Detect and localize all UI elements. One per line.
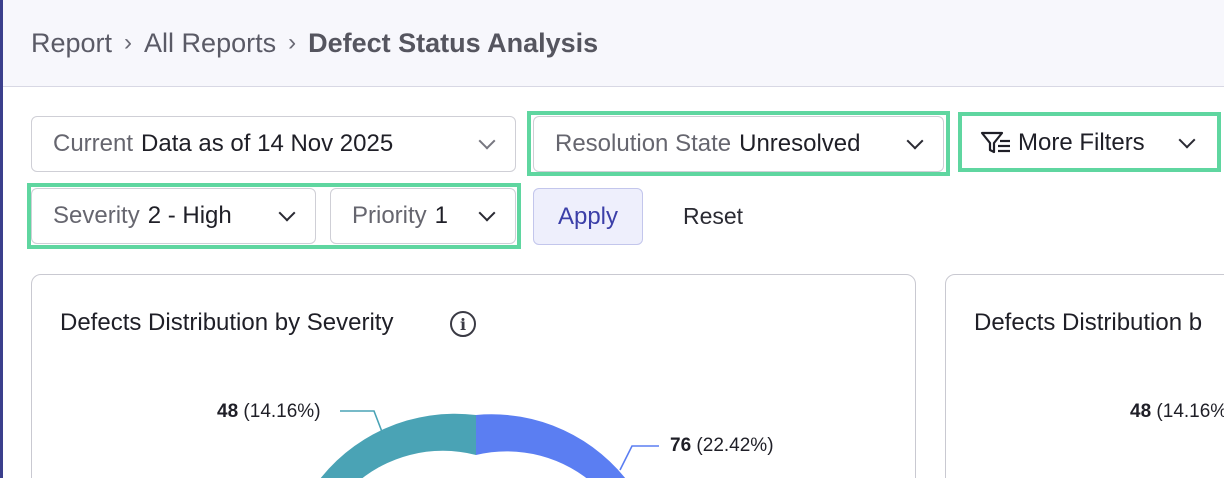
data-label: 76 (22.42%) xyxy=(670,435,774,457)
donut-slice-blue[interactable] xyxy=(476,414,632,478)
severity-select[interactable]: Severity 2 - High xyxy=(31,188,316,244)
data-label-pct: (14.16% xyxy=(1156,401,1224,422)
more-filters-button[interactable]: More Filters xyxy=(962,116,1217,170)
breadcrumb-report[interactable]: Report xyxy=(31,28,112,59)
card-title: Defects Distribution b xyxy=(974,309,1203,336)
data-label-count: 48 xyxy=(1130,401,1152,422)
chevron-down-icon xyxy=(278,204,296,222)
data-label-pct: (22.42%) xyxy=(696,435,774,456)
resolution-state-value: Unresolved xyxy=(739,130,861,157)
chevron-down-icon xyxy=(478,204,496,222)
chevron-right-icon: › xyxy=(288,29,297,56)
data-label-pct: (14.16%) xyxy=(243,401,321,422)
severity-value: 2 - High xyxy=(147,202,232,229)
chevron-down-icon xyxy=(906,132,924,150)
date-select-value: Data as of 14 Nov 2025 xyxy=(141,130,394,157)
filter-icon xyxy=(980,131,1010,154)
priority-value: 1 xyxy=(434,202,449,229)
data-label: 48 (14.16% xyxy=(1130,401,1224,423)
resolution-state-label: Resolution State xyxy=(555,130,732,157)
date-select[interactable]: Current Data as of 14 Nov 2025 xyxy=(31,116,516,172)
breadcrumb: Report › All Reports › Defect Status Ana… xyxy=(3,0,1224,87)
chevron-down-icon xyxy=(1178,131,1196,149)
more-filters-label: More Filters xyxy=(1018,129,1145,156)
data-label-count: 48 xyxy=(217,401,239,422)
second-distribution-card: Defects Distribution b 48 (14.16% xyxy=(945,274,1224,478)
chevron-right-icon: › xyxy=(124,29,133,56)
page-title: Defect Status Analysis xyxy=(308,27,599,58)
priority-select[interactable]: Priority 1 xyxy=(330,188,516,244)
priority-label: Priority xyxy=(352,202,427,229)
chevron-down-icon xyxy=(478,132,496,150)
resolution-state-select[interactable]: Resolution State Unresolved xyxy=(533,116,944,172)
data-label: 48 (14.16%) xyxy=(217,401,321,423)
date-select-label: Current xyxy=(53,130,134,157)
data-label-count: 76 xyxy=(670,435,692,456)
breadcrumb-all-reports[interactable]: All Reports xyxy=(144,28,276,59)
donut-slice-teal[interactable] xyxy=(314,413,476,478)
reset-button[interactable]: Reset xyxy=(660,188,766,245)
severity-donut-chart xyxy=(314,410,659,478)
severity-label: Severity xyxy=(53,202,140,229)
apply-button[interactable]: Apply xyxy=(533,188,643,245)
severity-distribution-card: Defects Distribution by Severity i 48 (1… xyxy=(31,274,916,478)
leader-line-blue xyxy=(619,445,659,471)
